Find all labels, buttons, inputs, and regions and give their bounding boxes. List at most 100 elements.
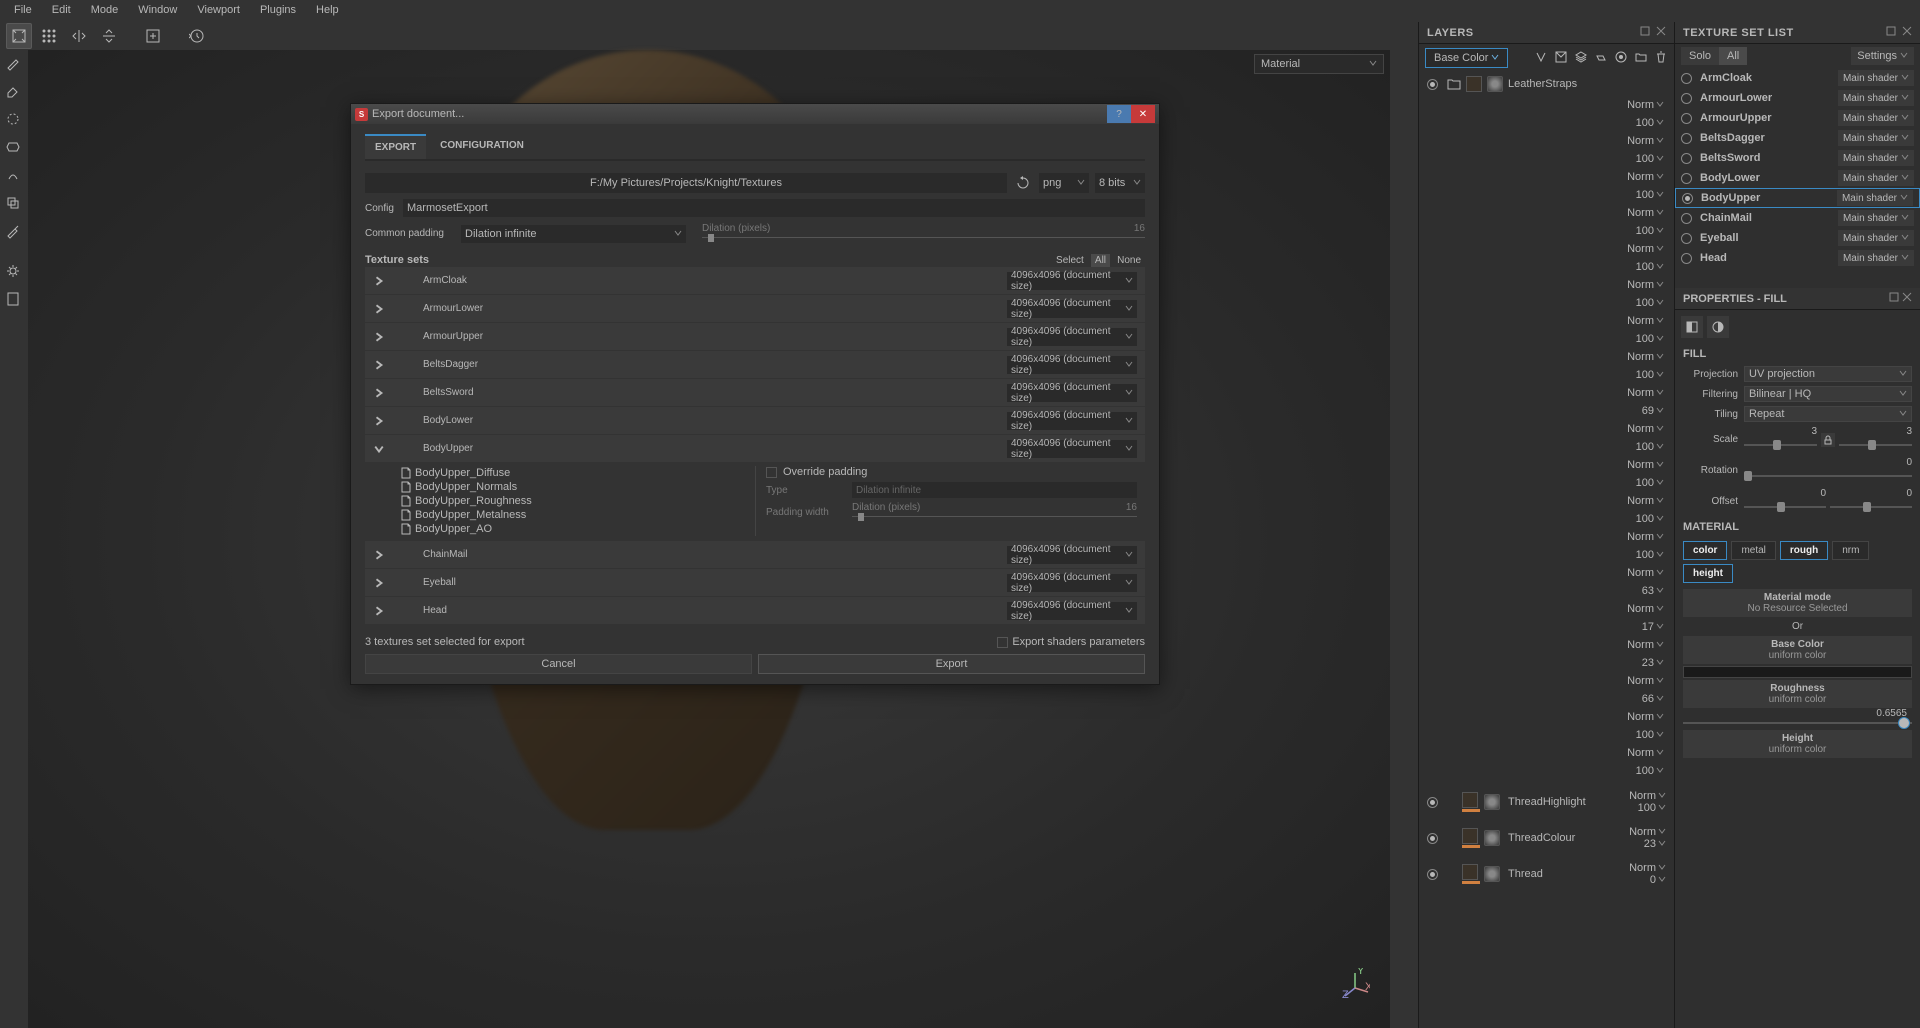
resource-icon[interactable] xyxy=(2,288,24,310)
export-checkbox[interactable] xyxy=(403,577,415,589)
export-texture-set-row[interactable]: ChainMail 4096x4096 (document size) xyxy=(365,541,1145,568)
menu-edit[interactable]: Edit xyxy=(42,1,81,19)
export-checkbox[interactable] xyxy=(403,359,415,371)
opacity-value[interactable]: 100 xyxy=(1624,369,1654,381)
toolbar-history-icon[interactable] xyxy=(184,23,210,49)
texture-set-item[interactable]: ArmCloak Main shader xyxy=(1675,68,1920,88)
blend-mode[interactable]: Norm xyxy=(1627,459,1654,471)
blend-mode[interactable]: Norm xyxy=(1627,531,1654,543)
expand-chevron-icon[interactable] xyxy=(373,387,385,399)
expand-chevron-icon[interactable] xyxy=(373,303,385,315)
opacity-value[interactable]: 63 xyxy=(1624,585,1654,597)
cancel-button[interactable]: Cancel xyxy=(365,654,752,674)
offset-slider-2[interactable] xyxy=(1830,499,1912,515)
blend-mode[interactable]: Norm xyxy=(1627,639,1654,651)
channel-dropdown[interactable]: Base Color xyxy=(1425,48,1508,68)
ts-radio[interactable] xyxy=(1681,213,1692,224)
opacity-value[interactable]: 100 xyxy=(1624,297,1654,309)
panel-undock-icon[interactable] xyxy=(1889,293,1899,305)
export-texture-set-row[interactable]: BeltsSword 4096x4096 (document size) xyxy=(365,379,1145,406)
texture-set-item[interactable]: ArmourUpper Main shader xyxy=(1675,108,1920,128)
smart-icon[interactable] xyxy=(1614,50,1628,67)
toolbar-add-icon[interactable] xyxy=(140,23,166,49)
ts-shader-dropdown[interactable]: Main shader xyxy=(1838,70,1914,86)
export-checkbox[interactable] xyxy=(403,415,415,427)
ts-shader-dropdown[interactable]: Main shader xyxy=(1838,170,1914,186)
export-shaders-checkbox[interactable] xyxy=(997,637,1008,648)
opacity-value[interactable]: 66 xyxy=(1624,693,1654,705)
blend-mode[interactable]: Norm xyxy=(1627,675,1654,687)
height-box[interactable]: Height uniform color xyxy=(1683,730,1912,758)
expand-chevron-icon[interactable] xyxy=(373,415,385,427)
visibility-toggle[interactable] xyxy=(1427,79,1438,90)
select-all-button[interactable]: All xyxy=(1091,254,1110,267)
size-dropdown[interactable]: 4096x4096 (document size) xyxy=(1007,412,1137,430)
size-dropdown[interactable]: 4096x4096 (document size) xyxy=(1007,384,1137,402)
export-texture-set-row[interactable]: ArmourLower 4096x4096 (document size) xyxy=(365,295,1145,322)
material-chip-color[interactable]: color xyxy=(1683,541,1727,560)
material-chip-height[interactable]: height xyxy=(1683,564,1733,583)
ts-radio[interactable] xyxy=(1682,193,1693,204)
blend-mode[interactable]: Norm xyxy=(1627,747,1654,759)
expand-chevron-icon[interactable] xyxy=(373,443,385,455)
export-texture-set-row[interactable]: Head 4096x4096 (document size) xyxy=(365,597,1145,624)
select-none-button[interactable]: None xyxy=(1113,254,1145,267)
projection-select[interactable]: UV projection xyxy=(1744,366,1912,382)
material-chip-nrm[interactable]: nrm xyxy=(1832,541,1869,560)
blend-mode[interactable]: Norm xyxy=(1629,826,1656,838)
basecolor-swatch[interactable] xyxy=(1683,666,1912,678)
opacity-value[interactable]: 23 xyxy=(1624,657,1654,669)
effects-icon[interactable] xyxy=(1534,50,1548,67)
configuration-tab[interactable]: CONFIGURATION xyxy=(430,134,534,159)
size-dropdown[interactable]: 4096x4096 (document size) xyxy=(1007,272,1137,290)
trash-icon[interactable] xyxy=(1654,50,1668,67)
ts-shader-dropdown[interactable]: Main shader xyxy=(1838,230,1914,246)
folder-icon[interactable] xyxy=(1634,50,1648,67)
basecolor-box[interactable]: Base Color uniform color xyxy=(1683,636,1912,664)
expand-chevron-icon[interactable] xyxy=(373,359,385,371)
lock-icon[interactable] xyxy=(1821,433,1835,447)
opacity-value[interactable]: 100 xyxy=(1624,189,1654,201)
opacity-value[interactable]: 100 xyxy=(1624,153,1654,165)
blend-mode[interactable]: Norm xyxy=(1627,207,1654,219)
blend-mode[interactable]: Norm xyxy=(1627,603,1654,615)
ts-radio[interactable] xyxy=(1681,233,1692,244)
ts-radio[interactable] xyxy=(1681,133,1692,144)
ts-shader-dropdown[interactable]: Main shader xyxy=(1838,90,1914,106)
padding-dropdown[interactable]: Dilation infinite xyxy=(461,225,686,243)
expand-chevron-icon[interactable] xyxy=(373,577,385,589)
texture-set-item[interactable]: BodyUpper Main shader xyxy=(1675,188,1920,208)
opacity-value[interactable]: 100 xyxy=(1624,441,1654,453)
blend-mode[interactable]: Norm xyxy=(1627,495,1654,507)
export-checkbox[interactable] xyxy=(403,275,415,287)
visibility-toggle[interactable] xyxy=(1427,869,1438,880)
export-checkbox[interactable] xyxy=(403,443,415,455)
props-tab-contrast-icon[interactable] xyxy=(1707,316,1729,338)
blend-mode[interactable]: Norm xyxy=(1627,423,1654,435)
size-dropdown[interactable]: 4096x4096 (document size) xyxy=(1007,300,1137,318)
texture-set-item[interactable]: ArmourLower Main shader xyxy=(1675,88,1920,108)
blend-mode[interactable]: Norm xyxy=(1629,790,1656,802)
menu-help[interactable]: Help xyxy=(306,1,349,19)
blend-mode[interactable]: Norm xyxy=(1627,387,1654,399)
ts-shader-dropdown[interactable]: Main shader xyxy=(1838,130,1914,146)
opacity-value[interactable]: 23 xyxy=(1644,838,1656,850)
props-tab-fill-icon[interactable] xyxy=(1681,316,1703,338)
export-texture-set-row[interactable]: ArmCloak 4096x4096 (document size) xyxy=(365,267,1145,294)
menu-viewport[interactable]: Viewport xyxy=(187,1,250,19)
blend-mode[interactable]: Norm xyxy=(1627,279,1654,291)
ts-display-mode[interactable]: Solo All xyxy=(1681,47,1747,65)
ts-mode-all[interactable]: All xyxy=(1719,47,1747,65)
toolbar-perspective-icon[interactable] xyxy=(6,23,32,49)
menu-window[interactable]: Window xyxy=(128,1,187,19)
blend-mode[interactable]: Norm xyxy=(1629,862,1656,874)
panel-close-icon[interactable] xyxy=(1656,26,1666,39)
export-texture-set-row[interactable]: Eyeball 4096x4096 (document size) xyxy=(365,569,1145,596)
ts-radio[interactable] xyxy=(1681,93,1692,104)
export-checkbox[interactable] xyxy=(403,303,415,315)
menu-mode[interactable]: Mode xyxy=(81,1,129,19)
ts-radio[interactable] xyxy=(1681,173,1692,184)
ts-shader-dropdown[interactable]: Main shader xyxy=(1837,190,1913,206)
opacity-value[interactable]: 100 xyxy=(1638,802,1656,814)
help-button[interactable]: ? xyxy=(1107,105,1131,123)
